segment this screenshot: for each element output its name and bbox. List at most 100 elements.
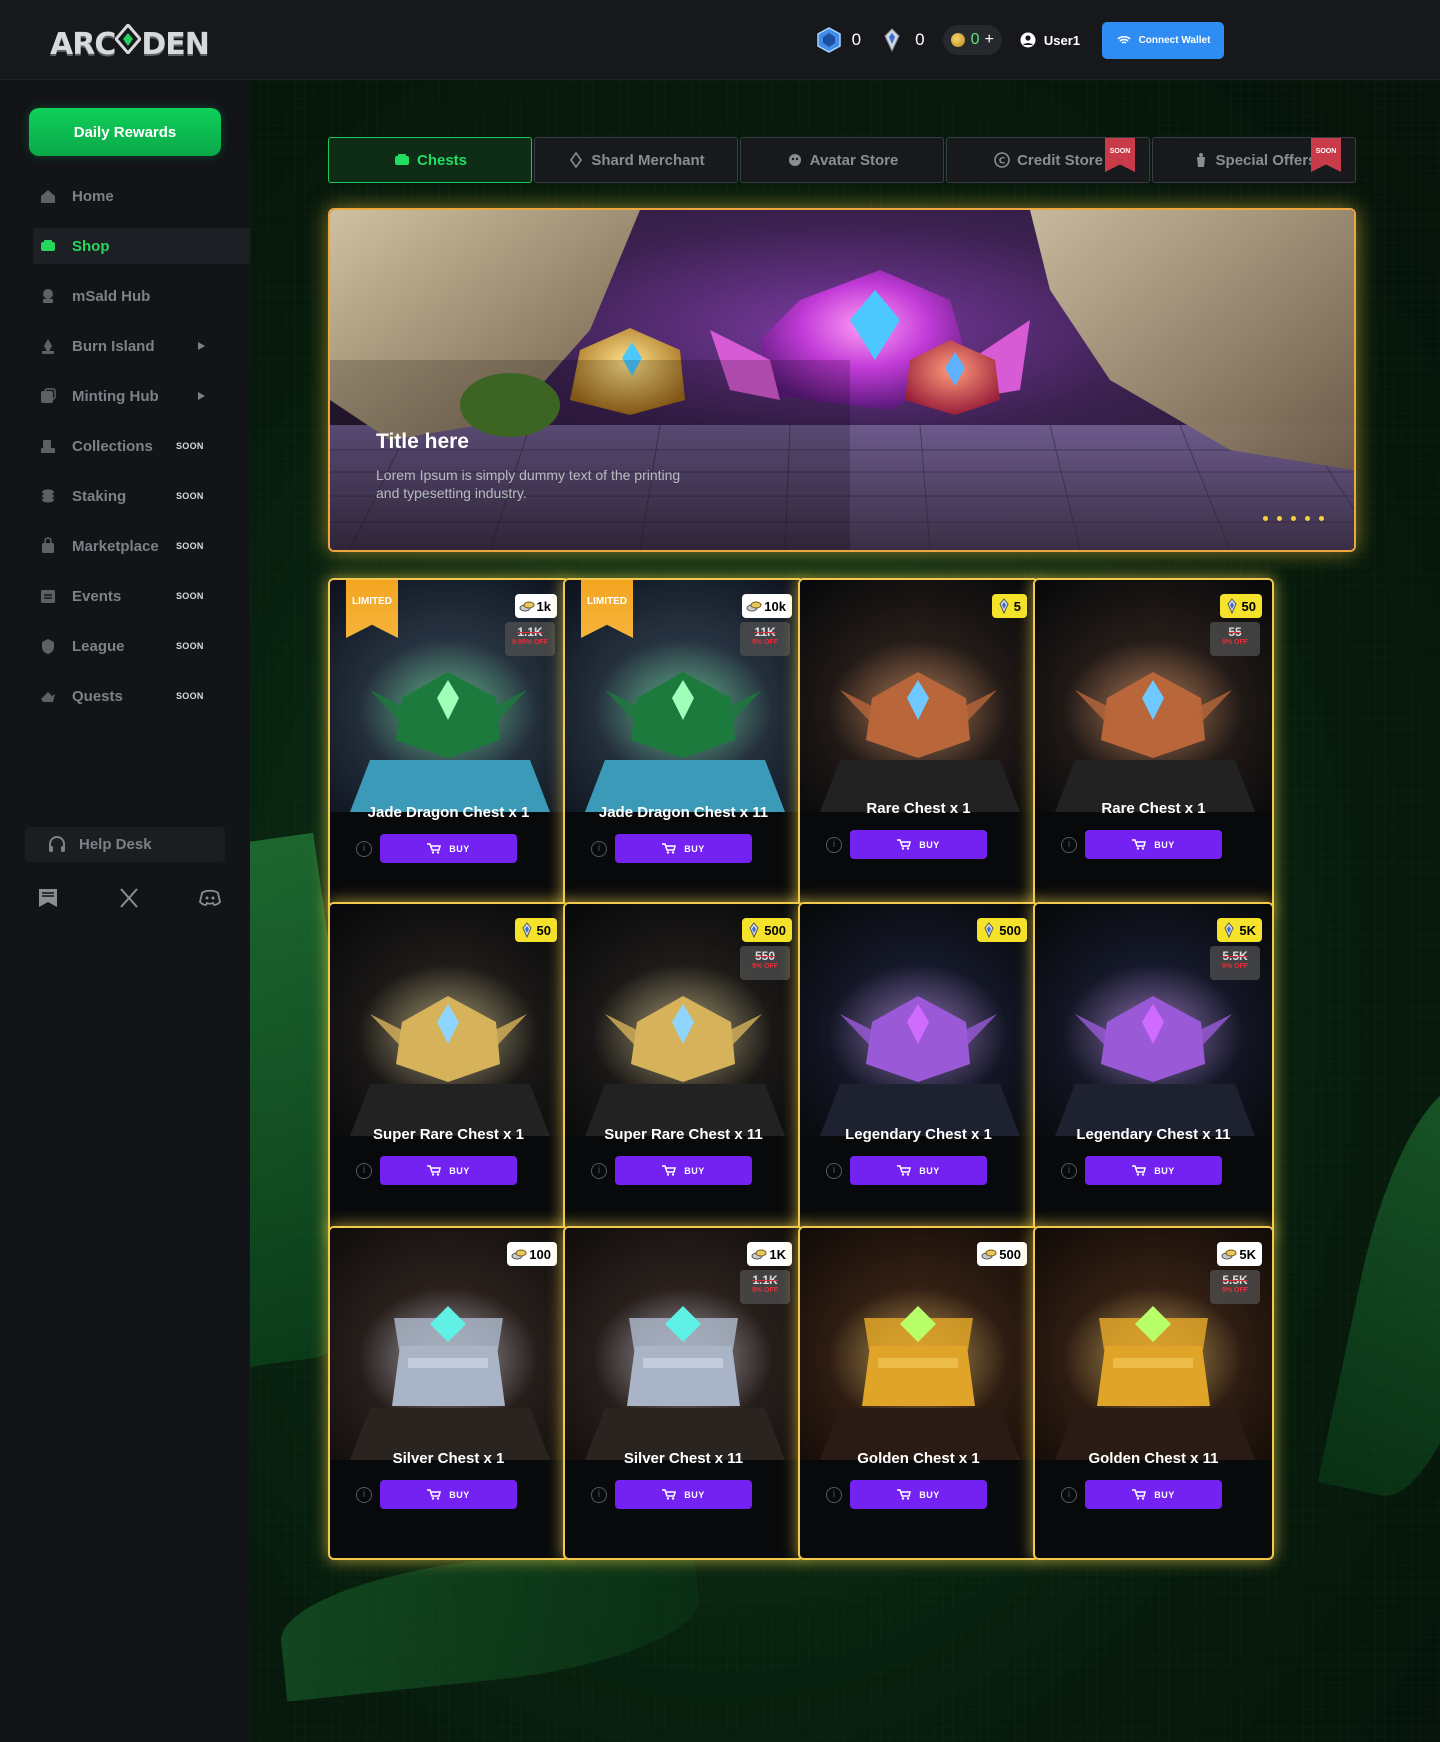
sidebar-item-label: Shop bbox=[72, 237, 110, 255]
coin-stack-icon bbox=[751, 1249, 767, 1260]
connect-wallet-button[interactable]: Connect Wallet bbox=[1102, 21, 1224, 59]
arcaden-logo[interactable]: ARC DEN bbox=[50, 22, 210, 62]
price-tag: 1K bbox=[747, 1242, 792, 1266]
info-icon[interactable]: i bbox=[591, 841, 607, 857]
chest-name: Rare Chest x 1 bbox=[866, 800, 971, 817]
info-icon[interactable]: i bbox=[1061, 1163, 1077, 1179]
discord-icon[interactable] bbox=[198, 886, 222, 910]
sidebar-item-burn-island[interactable]: Burn Island bbox=[33, 328, 250, 364]
chest-name: Golden Chest x 1 bbox=[857, 1450, 980, 1467]
sidebar-item-label: mSald Hub bbox=[72, 287, 151, 305]
tab-special-offers[interactable]: Special Offers SOON bbox=[1152, 137, 1356, 183]
coin-plus[interactable]: + bbox=[985, 31, 994, 49]
info-icon[interactable]: i bbox=[356, 841, 372, 857]
chest-card[interactable]: 500 Golden Chest x 1 i BUY bbox=[798, 1226, 1039, 1560]
chest-card[interactable]: 5 Rare Chest x 1 i BUY bbox=[798, 578, 1039, 912]
sidebar-item-home[interactable]: Home bbox=[33, 178, 250, 214]
chest-card[interactable]: 100 Silver Chest x 1 i BUY bbox=[328, 1226, 569, 1560]
chest-card[interactable]: 1K 1.1K 9% OFF Silver Chest x 11 i BUY bbox=[563, 1226, 804, 1560]
buy-button[interactable]: BUY bbox=[850, 1156, 987, 1185]
help-desk-label: Help Desk bbox=[79, 836, 152, 853]
chest-card[interactable]: 500 550 9% OFF Super Rare Chest x 11 i BUY bbox=[563, 902, 804, 1236]
chest-card[interactable]: 10k 11K 9% OFF LIMITED Jade Dragon Chest x 1… bbox=[563, 578, 804, 912]
price-tag: 500 bbox=[977, 1242, 1027, 1266]
info-icon[interactable]: i bbox=[591, 1163, 607, 1179]
discount-percent: 9% OFF bbox=[1221, 639, 1249, 646]
discount-badge: 11K 9% OFF bbox=[740, 622, 790, 656]
sidebar-item-shop[interactable]: Shop bbox=[33, 228, 250, 264]
x-twitter-icon[interactable] bbox=[117, 886, 141, 910]
tab-avatar-store[interactable]: Avatar Store bbox=[740, 137, 944, 183]
price-value: 1K bbox=[769, 1246, 786, 1262]
chest-card[interactable]: 1k 1.1K 9.09% OFF LIMITED Jade Dragon Chest … bbox=[328, 578, 569, 912]
info-icon[interactable]: i bbox=[591, 1487, 607, 1503]
carousel-dot[interactable] bbox=[1291, 516, 1296, 521]
buy-button[interactable]: BUY bbox=[615, 1480, 752, 1509]
discount-badge: 55 9% OFF bbox=[1210, 622, 1260, 656]
tab-shard-merchant[interactable]: Shard Merchant bbox=[534, 137, 738, 183]
buy-label: BUY bbox=[684, 1489, 705, 1500]
sidebar-item-msald-hub[interactable]: mSald Hub bbox=[33, 278, 250, 314]
gem-balance-value: 0 bbox=[851, 30, 862, 49]
info-icon[interactable]: i bbox=[826, 1487, 842, 1503]
info-icon[interactable]: i bbox=[826, 1163, 842, 1179]
buy-button[interactable]: BUY bbox=[850, 1480, 987, 1509]
price-value: 100 bbox=[529, 1246, 551, 1262]
daily-rewards-button[interactable]: Daily Rewards bbox=[29, 108, 221, 156]
expand-arrow-icon[interactable] bbox=[198, 342, 205, 350]
user-menu[interactable]: User1 bbox=[1020, 32, 1080, 48]
discount-percent: 9.09% OFF bbox=[512, 639, 548, 646]
help-desk-button[interactable]: Help Desk bbox=[25, 827, 225, 862]
price-value: 1k bbox=[536, 598, 551, 614]
buy-button[interactable]: BUY bbox=[615, 1156, 752, 1185]
carousel-dot[interactable] bbox=[1305, 516, 1310, 521]
sidebar-item-events[interactable]: Events SOON bbox=[33, 578, 250, 614]
special-offer-icon bbox=[1196, 153, 1205, 167]
chest-card[interactable]: 50 55 9% OFF Rare Chest x 1 i BUY bbox=[1033, 578, 1274, 912]
sidebar-item-minting-hub[interactable]: Minting Hub bbox=[33, 378, 250, 414]
chest-name: Legendary Chest x 1 bbox=[845, 1126, 992, 1143]
carousel-dot[interactable] bbox=[1319, 516, 1324, 521]
sidebar-item-collections[interactable]: Collections SOON bbox=[33, 428, 250, 464]
carousel-dots bbox=[1254, 516, 1324, 521]
tab-chests[interactable]: Chests bbox=[328, 137, 532, 183]
sidebar-item-league[interactable]: League SOON bbox=[33, 628, 250, 664]
info-icon[interactable]: i bbox=[356, 1487, 372, 1503]
old-price: 550 bbox=[754, 949, 776, 963]
chest-card[interactable]: 500 Legendary Chest x 1 i BUY bbox=[798, 902, 1039, 1236]
info-icon[interactable]: i bbox=[1061, 1487, 1077, 1503]
shop-icon bbox=[41, 240, 55, 251]
chest-card[interactable]: 50 Super Rare Chest x 1 i BUY bbox=[328, 902, 569, 1236]
svg-text:C: C bbox=[999, 157, 1006, 167]
chest-card[interactable]: 5K 5.5K 9% OFF Legendary Chest x 11 i BUY bbox=[1033, 902, 1274, 1236]
buy-button[interactable]: BUY bbox=[615, 834, 752, 863]
sidebar-item-marketplace[interactable]: Marketplace SOON bbox=[33, 528, 250, 564]
buy-button[interactable]: BUY bbox=[1085, 1156, 1222, 1185]
gitbook-icon[interactable] bbox=[36, 886, 60, 910]
buy-button[interactable]: BUY bbox=[1085, 830, 1222, 859]
info-icon[interactable]: i bbox=[826, 837, 842, 853]
sidebar-item-staking[interactable]: Staking SOON bbox=[33, 478, 250, 514]
buy-button[interactable]: BUY bbox=[1085, 1480, 1222, 1509]
sidebar-item-label: Staking bbox=[72, 487, 127, 505]
coin-stack-icon bbox=[981, 1249, 997, 1260]
tab-credit-store[interactable]: C Credit Store SOON bbox=[946, 137, 1150, 183]
cart-icon bbox=[1132, 1165, 1147, 1176]
info-icon[interactable]: i bbox=[356, 1163, 372, 1179]
buy-button[interactable]: BUY bbox=[380, 1156, 517, 1185]
buy-button[interactable]: BUY bbox=[850, 830, 987, 859]
coin-balance[interactable]: 0 + bbox=[942, 25, 1002, 55]
hero-banner[interactable]: Title here Lorem Ipsum is simply dummy t… bbox=[328, 208, 1356, 552]
chest-name: Silver Chest x 11 bbox=[623, 1450, 744, 1467]
sidebar-item-quests[interactable]: Quests SOON bbox=[33, 678, 250, 714]
buy-button[interactable]: BUY bbox=[380, 834, 517, 863]
cart-icon bbox=[1132, 839, 1147, 850]
expand-arrow-icon[interactable] bbox=[198, 392, 205, 400]
logo-text: ARC DEN bbox=[50, 22, 210, 62]
shard-icon bbox=[521, 922, 532, 938]
carousel-dot[interactable] bbox=[1263, 516, 1268, 521]
info-icon[interactable]: i bbox=[1061, 837, 1077, 853]
chest-card[interactable]: 5K 5.5K 9% OFF Golden Chest x 11 i BUY bbox=[1033, 1226, 1274, 1560]
carousel-dot[interactable] bbox=[1277, 516, 1282, 521]
buy-button[interactable]: BUY bbox=[380, 1480, 517, 1509]
